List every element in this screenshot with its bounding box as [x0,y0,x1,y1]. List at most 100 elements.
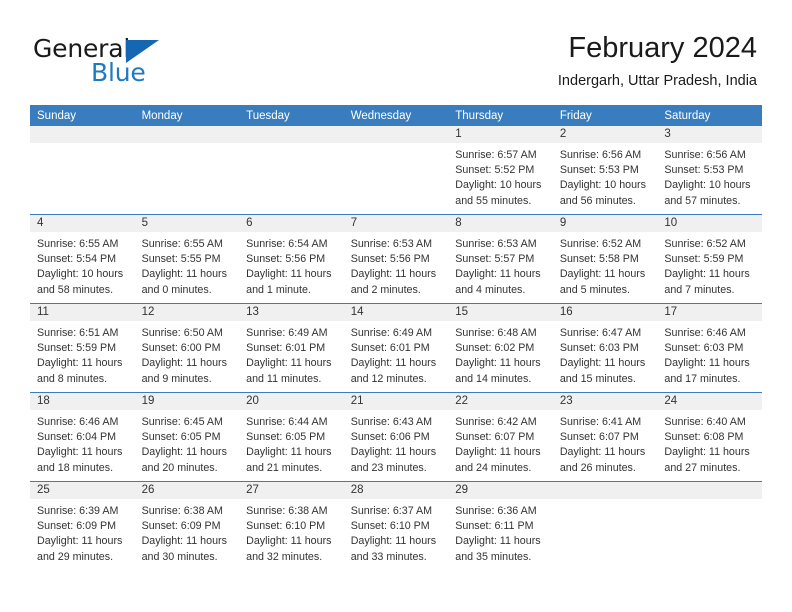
day-details: Sunrise: 6:50 AM Sunset: 6:00 PM Daylight:… [135,321,240,387]
page-header: General Blue February 2024 Indergarh, Ut… [0,0,792,104]
day-number: 18 [30,393,135,410]
daylight-text-line1: Daylight: 11 hours [141,357,227,370]
calendar-day-cell-empty [239,126,344,215]
daylight-text-line1: Daylight: 11 hours [350,268,437,281]
day-number: 3 [657,126,762,143]
day-number: 10 [657,215,762,232]
day-details: Sunrise: 6:54 AM Sunset: 5:56 PM Daylight:… [239,232,344,298]
calendar-day-cell[interactable]: 5 Sunrise: 6:55 AM Sunset: 5:55 PM Daylight… [134,214,240,304]
weekday-header-friday: Friday [552,105,658,126]
calendar-day-cell[interactable]: 4 Sunrise: 6:55 AM Sunset: 5:54 PM Daylight… [30,214,135,304]
sunrise-text: Sunrise: 6:38 AM [141,505,223,517]
sunset-text: Sunset: 5:55 PM [141,253,221,266]
sunset-text: Sunset: 5:59 PM [37,342,117,355]
daylight-text-line2: and 56 minutes. [559,194,636,207]
calendar-day-cell[interactable]: 9 Sunrise: 6:52 AM Sunset: 5:58 PM Daylight… [552,214,658,304]
calendar-day-cell[interactable]: 25 Sunrise: 6:39 AM Sunset: 6:09 PM Dayligh… [30,481,135,570]
sunset-text: Sunset: 5:58 PM [559,253,639,266]
day-number: 25 [30,482,135,499]
daylight-text-line2: and 32 minutes. [246,550,323,563]
calendar-day-cell[interactable]: 28 Sunrise: 6:37 AM Sunset: 6:10 PM Dayligh… [343,481,449,570]
daylight-text-line1: Daylight: 11 hours [559,357,646,370]
day-number [134,126,240,143]
sunset-text: Sunset: 5:52 PM [455,164,535,177]
sunrise-text: Sunrise: 6:49 AM [350,327,433,339]
calendar-day-cell[interactable]: 15 Sunrise: 6:48 AM Sunset: 6:02 PM Dayligh… [448,303,553,393]
sunset-text: Sunset: 6:06 PM [350,431,430,444]
daylight-text-line1: Daylight: 10 hours [664,179,751,192]
sunset-text: Sunset: 6:05 PM [246,431,326,444]
daylight-text-line1: Daylight: 10 hours [455,179,542,192]
calendar-day-cell[interactable]: 11 Sunrise: 6:51 AM Sunset: 5:59 PM Dayligh… [30,303,135,393]
calendar-day-cell[interactable]: 26 Sunrise: 6:38 AM Sunset: 6:09 PM Dayligh… [134,481,240,570]
calendar-day-cell[interactable]: 10 Sunrise: 6:52 AM Sunset: 5:59 PM Dayligh… [657,214,762,304]
calendar-week-row: 18 Sunrise: 6:46 AM Sunset: 6:04 PM Dayligh… [30,392,762,482]
day-number: 19 [134,393,240,410]
day-details: Sunrise: 6:46 AM Sunset: 6:03 PM Daylight:… [657,321,762,387]
daylight-text-line1: Daylight: 11 hours [664,357,750,370]
calendar-day-cell[interactable]: 19 Sunrise: 6:45 AM Sunset: 6:05 PM Dayligh… [134,392,240,482]
calendar-day-cell[interactable]: 2 Sunrise: 6:56 AM Sunset: 5:53 PM Daylight… [552,126,658,215]
calendar-week-row: 11 Sunrise: 6:51 AM Sunset: 5:59 PM Dayligh… [30,303,762,393]
calendar-day-cell[interactable]: 14 Sunrise: 6:49 AM Sunset: 6:01 PM Dayligh… [343,303,449,393]
calendar-day-cell[interactable]: 12 Sunrise: 6:50 AM Sunset: 6:00 PM Dayligh… [134,303,240,393]
day-number: 1 [448,126,553,143]
daylight-text-line2: and 21 minutes. [246,461,323,474]
calendar-day-cell[interactable]: 8 Sunrise: 6:53 AM Sunset: 5:57 PM Daylight… [448,214,553,304]
calendar-day-cell[interactable]: 27 Sunrise: 6:38 AM Sunset: 6:10 PM Dayligh… [239,481,344,570]
daylight-text-line1: Daylight: 11 hours [246,535,332,548]
daylight-text-line2: and 8 minutes. [37,372,108,385]
calendar-day-cell[interactable]: 16 Sunrise: 6:47 AM Sunset: 6:03 PM Dayligh… [552,303,658,393]
day-details: Sunrise: 6:38 AM Sunset: 6:09 PM Daylight:… [135,499,240,565]
sunset-text: Sunset: 6:09 PM [37,520,117,533]
daylight-text-line2: and 12 minutes. [350,372,427,385]
day-details: Sunrise: 6:52 AM Sunset: 5:59 PM Daylight:… [657,232,762,298]
weekday-header-saturday: Saturday [657,105,762,126]
calendar-day-cell[interactable]: 29 Sunrise: 6:36 AM Sunset: 6:11 PM Dayligh… [448,481,553,570]
brand-logo[interactable]: General Blue [33,36,273,92]
calendar-day-cell[interactable]: 20 Sunrise: 6:44 AM Sunset: 6:05 PM Dayligh… [239,392,344,482]
calendar-day-cell[interactable]: 21 Sunrise: 6:43 AM Sunset: 6:06 PM Dayligh… [343,392,449,482]
day-details: Sunrise: 6:39 AM Sunset: 6:09 PM Daylight:… [30,499,135,565]
day-number [552,482,658,499]
daylight-text-line2: and 4 minutes. [455,283,526,296]
calendar-day-cell[interactable]: 3 Sunrise: 6:56 AM Sunset: 5:53 PM Daylight… [657,126,762,215]
daylight-text-line1: Daylight: 11 hours [664,268,750,281]
calendar-day-cell-empty [552,481,658,570]
sunset-text: Sunset: 5:54 PM [37,253,117,266]
calendar-day-cell[interactable]: 7 Sunrise: 6:53 AM Sunset: 5:56 PM Daylight… [343,214,449,304]
calendar-day-cell[interactable]: 18 Sunrise: 6:46 AM Sunset: 6:04 PM Dayligh… [30,392,135,482]
calendar-day-cell[interactable]: 24 Sunrise: 6:40 AM Sunset: 6:08 PM Dayligh… [657,392,762,482]
calendar-day-cell[interactable]: 13 Sunrise: 6:49 AM Sunset: 6:01 PM Dayligh… [239,303,344,393]
sunset-text: Sunset: 5:53 PM [559,164,639,177]
day-number: 11 [30,304,135,321]
sunrise-text: Sunrise: 6:53 AM [455,238,537,250]
daylight-text-line1: Daylight: 11 hours [664,446,750,459]
calendar-day-cell[interactable]: 22 Sunrise: 6:42 AM Sunset: 6:07 PM Dayligh… [448,392,553,482]
daylight-text-line2: and 58 minutes. [37,283,114,296]
brand-name-bottom: Blue [91,58,146,87]
weekday-header-monday: Monday [134,105,240,126]
sunrise-text: Sunrise: 6:46 AM [37,416,119,428]
sunset-text: Sunset: 6:09 PM [141,520,221,533]
day-details: Sunrise: 6:49 AM Sunset: 6:01 PM Daylight:… [239,321,344,387]
sunset-text: Sunset: 6:02 PM [455,342,535,355]
calendar-grid: Sunday Monday Tuesday Wednesday Thursday… [30,105,762,570]
weekday-header-wednesday: Wednesday [343,105,449,126]
daylight-text-line1: Daylight: 11 hours [559,446,646,459]
calendar-header-row: Sunday Monday Tuesday Wednesday Thursday… [30,105,762,126]
day-number: 23 [552,393,658,410]
day-number: 24 [657,393,762,410]
day-number: 21 [343,393,449,410]
sunrise-text: Sunrise: 6:44 AM [246,416,328,428]
sunrise-text: Sunrise: 6:53 AM [350,238,433,250]
sunset-text: Sunset: 6:01 PM [246,342,326,355]
day-details: Sunrise: 6:43 AM Sunset: 6:06 PM Daylight:… [344,410,449,476]
calendar-day-cell[interactable]: 6 Sunrise: 6:54 AM Sunset: 5:56 PM Daylight… [239,214,344,304]
calendar-day-cell[interactable]: 23 Sunrise: 6:41 AM Sunset: 6:07 PM Dayligh… [552,392,658,482]
day-details: Sunrise: 6:46 AM Sunset: 6:04 PM Daylight:… [30,410,135,476]
calendar-day-cell[interactable]: 1 Sunrise: 6:57 AM Sunset: 5:52 PM Daylight… [448,126,553,215]
daylight-text-line2: and 11 minutes. [246,372,322,385]
daylight-text-line1: Daylight: 11 hours [350,357,437,370]
calendar-day-cell[interactable]: 17 Sunrise: 6:46 AM Sunset: 6:03 PM Dayligh… [657,303,762,393]
